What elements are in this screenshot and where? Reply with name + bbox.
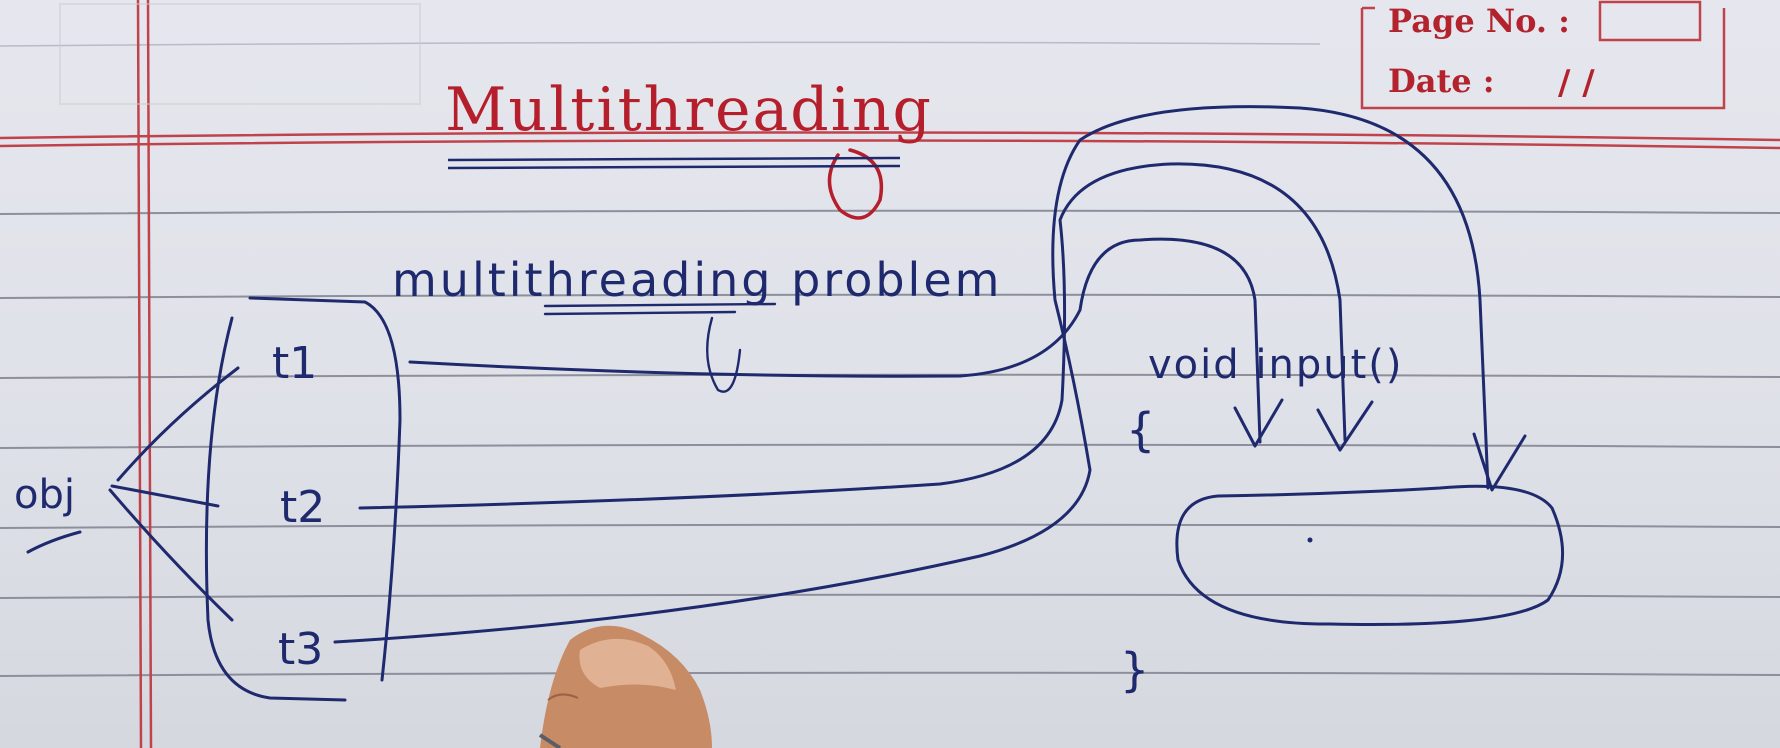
method-open-brace: { (1126, 403, 1155, 457)
subtitle-group: multithreading problem (392, 253, 1002, 393)
object-label: obj (14, 472, 75, 518)
page-date-box: Page No. : Date : / / (1360, 0, 1726, 110)
title-g-loop (827, 148, 884, 220)
title-underline-1 (447, 156, 901, 162)
ghost-box (59, 3, 421, 105)
thread-label-t3: t3 (278, 624, 323, 675)
margin-red-lines (136, 0, 153, 748)
page-no-label: Page No. : (1388, 2, 1570, 40)
critical-section-dot (1307, 537, 1313, 543)
notebook-page: Page No. : Date : / / Multithreading mul… (0, 0, 1780, 748)
arrowhead-t3 (1472, 432, 1527, 492)
subtitle-text: multithreading problem (392, 253, 1002, 307)
page-title: Multithreading (445, 75, 933, 145)
thread-label-t1: t1 (272, 338, 317, 389)
subtitle-underline-2 (543, 310, 737, 316)
title-group: Multithreading (445, 75, 933, 220)
date-label: Date : (1388, 62, 1495, 100)
object-underline (26, 530, 82, 554)
arrow-obj-to-t1 (116, 366, 240, 482)
notebook-drawing: Page No. : Date : / / Multithreading mul… (0, 0, 1780, 748)
arrow-obj-to-t3 (108, 488, 234, 622)
subtitle-g-loop (706, 316, 742, 393)
object-group: obj (14, 366, 240, 622)
method-group: void input() { } (1120, 342, 1565, 697)
arrow-obj-to-t2 (110, 484, 220, 508)
critical-section-loop (1175, 484, 1565, 626)
method-signature: void input() (1148, 342, 1403, 388)
fingertip (538, 625, 712, 748)
thread-label-t2: t2 (280, 482, 325, 533)
method-close-brace: } (1120, 643, 1149, 697)
thread-labels: t1 t2 t3 (272, 338, 325, 675)
date-separators: / / (1558, 63, 1595, 103)
page-number-field (1598, 0, 1702, 42)
